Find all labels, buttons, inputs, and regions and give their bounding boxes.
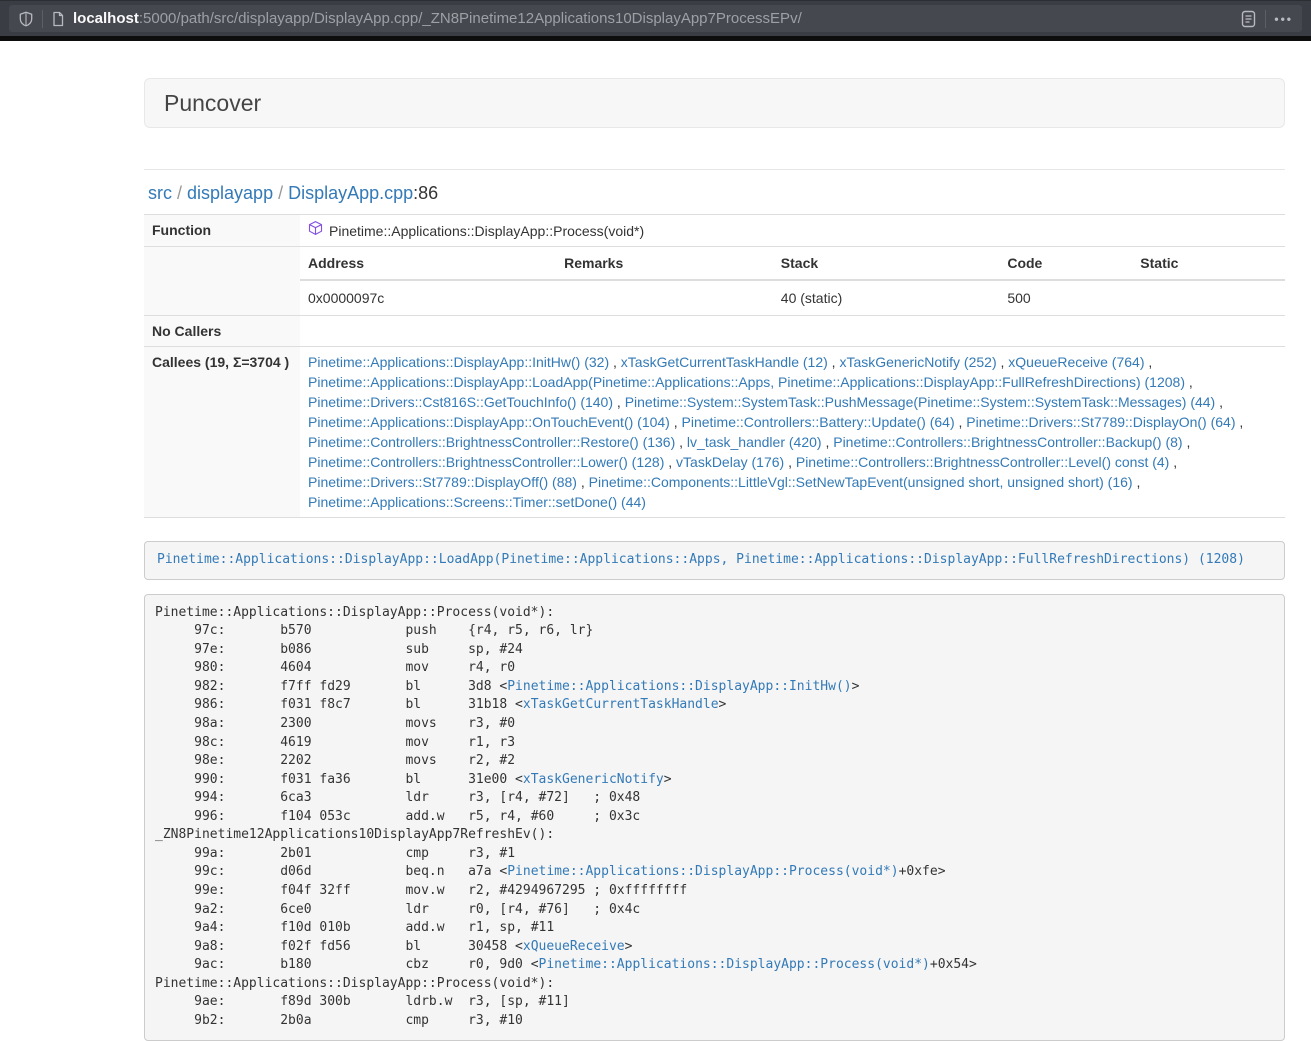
callee-link[interactable]: Pinetime::Applications::DisplayApp::Init… — [308, 354, 609, 370]
no-callers-label: No Callers — [144, 316, 300, 347]
breadcrumb: src / displayapp / DisplayApp.cpp:86 — [148, 181, 1285, 205]
callee-link[interactable]: Pinetime::Controllers::BrightnessControl… — [308, 454, 664, 470]
code-symbol-link[interactable]: Pinetime::Applications::DisplayApp::Proc… — [507, 864, 898, 879]
divider — [144, 169, 1285, 170]
url-bar[interactable]: localhost:5000/path/src/displayapp/Displ… — [9, 5, 1302, 32]
breadcrumb-link[interactable]: src — [148, 183, 172, 203]
callee-link[interactable]: Pinetime::Applications::DisplayApp::OnTo… — [308, 414, 670, 430]
tracking-protection-shield-icon[interactable] — [18, 11, 34, 27]
address-column-header: Address — [300, 247, 556, 280]
url-path: :5000/path/src/displayapp/DisplayApp.cpp… — [139, 10, 802, 27]
disassembly-block: Pinetime::Applications::DisplayApp::Proc… — [144, 594, 1285, 1041]
reader-view-icon[interactable] — [1240, 9, 1257, 29]
callers-cell — [300, 316, 1285, 347]
function-row: Function Pinetime::Applications::Display… — [144, 215, 1285, 247]
callee-link[interactable]: Pinetime::Applications::DisplayApp::Load… — [308, 374, 1185, 390]
metrics-row: Address Remarks Stack Code Static 0x0000… — [144, 247, 1285, 316]
loadapp-highlight-box: Pinetime::Applications::DisplayApp::Load… — [144, 541, 1285, 580]
callers-row: No Callers — [144, 316, 1285, 347]
callee-link[interactable]: Pinetime::Controllers::BrightnessControl… — [796, 454, 1169, 470]
page-icon[interactable] — [51, 11, 65, 27]
code-symbol-link[interactable]: xTaskGenericNotify — [523, 772, 664, 787]
callee-link[interactable]: Pinetime::Controllers::BrightnessControl… — [833, 434, 1182, 450]
callees-list: Pinetime::Applications::DisplayApp::Init… — [300, 347, 1285, 518]
breadcrumb-separator: / — [172, 183, 187, 203]
code-symbol-link[interactable]: xQueueReceive — [523, 939, 625, 954]
callee-link[interactable]: xTaskGenericNotify (252) — [839, 354, 996, 370]
stack-value: 40 (static) — [773, 280, 1000, 315]
callee-link[interactable]: Pinetime::System::SystemTask::PushMessag… — [625, 394, 1216, 410]
line-number-suffix: :86 — [413, 183, 438, 203]
callee-link[interactable]: Pinetime::Applications::Screens::Timer::… — [308, 494, 646, 510]
cube-symbol-icon — [308, 220, 323, 241]
function-table: Function Pinetime::Applications::Display… — [144, 214, 1285, 518]
static-value — [1132, 280, 1285, 315]
address-value: 0x0000097c — [300, 280, 556, 315]
code-symbol-link[interactable]: xTaskGetCurrentTaskHandle — [523, 697, 719, 712]
callees-label: Callees (19, Σ=3704 ) — [144, 347, 300, 518]
code-column-header: Code — [999, 247, 1132, 280]
code-value: 500 — [999, 280, 1132, 315]
breadcrumb-link[interactable]: displayapp — [187, 183, 273, 203]
url-bar-separator — [1265, 10, 1266, 28]
browser-chrome: localhost:5000/path/src/displayapp/Displ… — [0, 0, 1311, 36]
callee-link[interactable]: Pinetime::Components::LittleVgl::SetNewT… — [589, 474, 1133, 490]
callee-link[interactable]: Pinetime::Controllers::Battery::Update()… — [682, 414, 955, 430]
metrics-values-row: 0x0000097c 40 (static) 500 — [300, 280, 1285, 315]
metrics-cell: Address Remarks Stack Code Static 0x0000… — [300, 247, 1285, 316]
callee-link[interactable]: xTaskGetCurrentTaskHandle (12) — [621, 354, 828, 370]
callee-link[interactable]: lv_task_handler (420) — [687, 434, 822, 450]
remarks-column-header: Remarks — [556, 247, 773, 280]
metrics-table: Address Remarks Stack Code Static 0x0000… — [300, 247, 1285, 315]
breadcrumb-link[interactable]: DisplayApp.cpp — [288, 183, 413, 203]
callee-link[interactable]: Pinetime::Drivers::St7789::DisplayOff() … — [308, 474, 577, 490]
empty-header-cell — [144, 247, 300, 316]
url-text[interactable]: localhost:5000/path/src/displayapp/Displ… — [73, 10, 1240, 27]
breadcrumb-separator: / — [273, 183, 288, 203]
code-symbol-link[interactable]: Pinetime::Applications::DisplayApp::Proc… — [539, 957, 930, 972]
function-label-cell: Function — [144, 215, 300, 247]
stack-column-header: Stack — [773, 247, 1000, 280]
function-name-cell: Pinetime::Applications::DisplayApp::Proc… — [300, 215, 1285, 247]
chrome-bottom-edge — [0, 36, 1311, 41]
app-header: Puncover — [144, 78, 1285, 128]
page-actions-menu-icon[interactable]: ••• — [1274, 12, 1293, 26]
app-title: Puncover — [164, 90, 261, 117]
callee-link[interactable]: vTaskDelay (176) — [676, 454, 784, 470]
remarks-value — [556, 280, 773, 315]
static-column-header: Static — [1132, 247, 1285, 280]
callee-link[interactable]: Pinetime::Drivers::St7789::DisplayOn() (… — [966, 414, 1235, 430]
callees-row: Callees (19, Σ=3704 ) Pinetime::Applicat… — [144, 347, 1285, 518]
callee-link[interactable]: Pinetime::Controllers::BrightnessControl… — [308, 434, 675, 450]
url-bar-separator — [42, 10, 43, 28]
callee-link[interactable]: xQueueReceive (764) — [1008, 354, 1144, 370]
callee-link[interactable]: Pinetime::Drivers::Cst816S::GetTouchInfo… — [308, 394, 613, 410]
function-name: Pinetime::Applications::DisplayApp::Proc… — [329, 221, 644, 241]
code-symbol-link[interactable]: Pinetime::Applications::DisplayApp::Init… — [507, 679, 851, 694]
loadapp-symbol-link[interactable]: Pinetime::Applications::DisplayApp::Load… — [157, 552, 1245, 567]
url-host: localhost — [73, 10, 139, 27]
puncover-page: Puncover src / displayapp / DisplayApp.c… — [144, 78, 1285, 1041]
